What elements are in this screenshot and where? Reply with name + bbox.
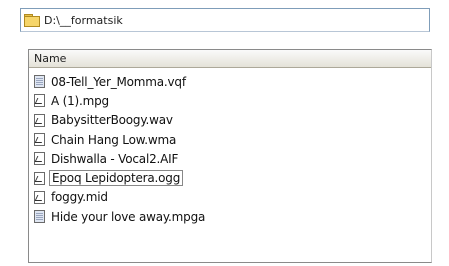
column-header-label: Name <box>34 52 67 65</box>
explorer-window: D:\__formatsik Name 08-Tell_Yer_Momma.vq… <box>0 0 449 266</box>
file-name: Hide your love away.mpga <box>51 209 206 224</box>
video-file-icon <box>34 210 45 224</box>
audio-file-icon <box>34 152 45 166</box>
list-item-focused[interactable]: Epoq Lepidoptera.ogg <box>31 168 429 187</box>
list-item[interactable]: BabysitterBoogy.wav <box>31 111 429 130</box>
file-list: Name 08-Tell_Yer_Momma.vqf A (1).mpg Bab… <box>28 49 432 263</box>
audio-file-icon <box>34 113 45 127</box>
list-item[interactable]: A (1).mpg <box>31 91 429 110</box>
address-bar[interactable]: D:\__formatsik <box>20 8 430 32</box>
file-name: Dishwalla - Vocal2.AIF <box>51 151 179 166</box>
list-item[interactable]: Chain Hang Low.wma <box>31 130 429 149</box>
list-item[interactable]: Hide your love away.mpga <box>31 207 429 226</box>
audio-file-icon <box>34 94 45 108</box>
list-item[interactable]: Dishwalla - Vocal2.AIF <box>31 149 429 168</box>
file-name: foggy.mid <box>51 190 108 205</box>
file-rows: 08-Tell_Yer_Momma.vqf A (1).mpg Babysitt… <box>31 72 429 226</box>
folder-icon <box>24 13 40 27</box>
address-path: D:\__formatsik <box>44 13 123 27</box>
audio-file-icon <box>34 171 45 185</box>
file-name: Chain Hang Low.wma <box>51 132 177 147</box>
file-name: A (1).mpg <box>51 93 109 108</box>
audio-file-icon <box>34 133 45 147</box>
file-name: Epoq Lepidoptera.ogg <box>49 170 184 187</box>
list-item[interactable]: 08-Tell_Yer_Momma.vqf <box>31 72 429 91</box>
file-name: BabysitterBoogy.wav <box>51 113 173 128</box>
video-file-icon <box>34 75 45 89</box>
file-name: 08-Tell_Yer_Momma.vqf <box>51 74 186 89</box>
list-item[interactable]: foggy.mid <box>31 188 429 207</box>
column-header-name[interactable]: Name <box>29 50 431 68</box>
audio-file-icon <box>34 190 45 204</box>
